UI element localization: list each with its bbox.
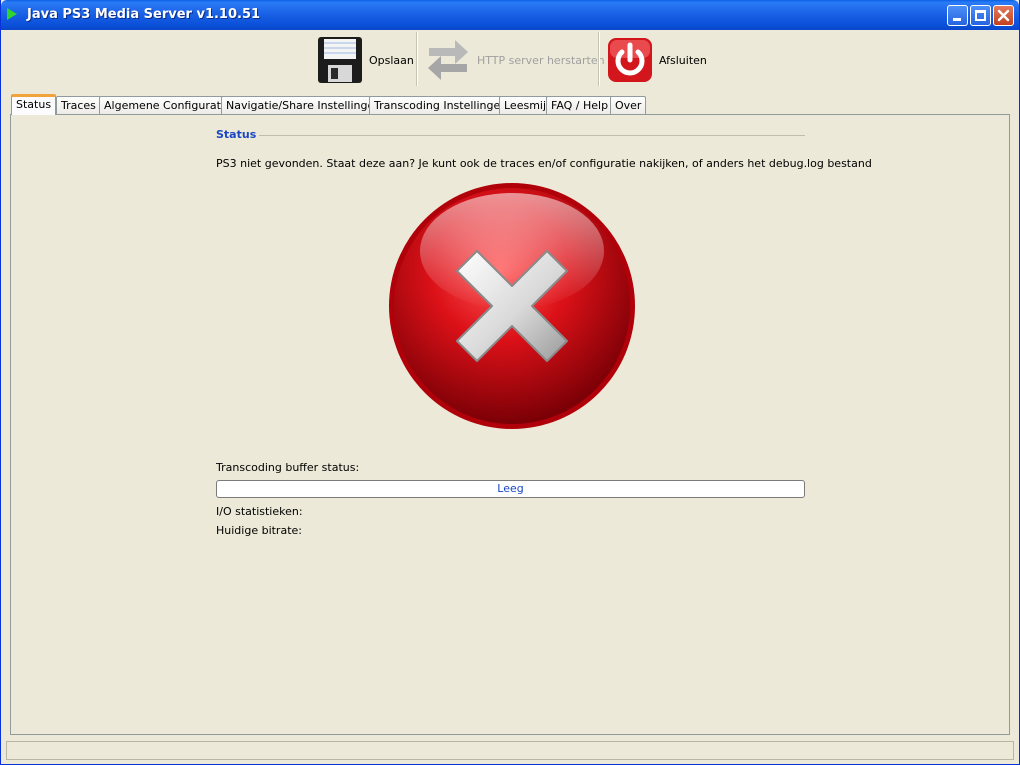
quit-label: Afsluiten: [659, 53, 707, 67]
buffer-status-text: Leeg: [497, 482, 524, 495]
title-bar[interactable]: Java PS3 Media Server v1.10.51: [1, 0, 1019, 30]
status-bar: [6, 741, 1014, 760]
save-label: Opslaan: [369, 53, 414, 67]
tab-faq-help[interactable]: FAQ / Help: [546, 96, 614, 114]
maximize-icon: [975, 10, 986, 21]
tab-about[interactable]: Over: [610, 96, 647, 114]
error-x-icon: [389, 183, 635, 429]
restart-label: HTTP server herstarten: [477, 53, 605, 67]
close-button[interactable]: [993, 5, 1014, 26]
refresh-arrows-icon: [428, 40, 468, 80]
tab-status[interactable]: Status: [11, 94, 57, 115]
io-statistics-label: I/O statistieken:: [216, 505, 303, 518]
floppy-disk-icon: [318, 37, 362, 83]
minimize-button[interactable]: [947, 5, 968, 26]
tab-navigation-share-settings[interactable]: Navigatie/Share Instellingen: [221, 96, 387, 114]
toolbar: Opslaan HTTP server herstarten Afsluiten: [1, 30, 1019, 90]
tab-readme[interactable]: Leesmij: [499, 96, 552, 114]
status-panel: Status PS3 niet gevonden. Staat deze aan…: [10, 114, 1010, 735]
tab-transcoding-settings[interactable]: Transcoding Instellingen: [369, 96, 513, 114]
quit-button[interactable]: Afsluiten: [607, 34, 707, 86]
minimize-icon: [953, 18, 961, 21]
section-title: Status: [216, 128, 257, 141]
play-icon: [7, 8, 17, 20]
restart-http-server-button[interactable]: HTTP server herstarten: [425, 34, 605, 86]
section-divider: [259, 135, 805, 136]
transcoding-buffer-progress-bar: Leeg: [216, 480, 805, 498]
app-window: Java PS3 Media Server v1.10.51 Opslaan H…: [0, 0, 1020, 765]
window-title: Java PS3 Media Server v1.10.51: [27, 7, 261, 22]
save-button[interactable]: Opslaan: [317, 34, 414, 86]
current-bitrate-label: Huidige bitrate:: [216, 524, 302, 537]
status-message: PS3 niet gevonden. Staat deze aan? Je ku…: [216, 157, 872, 170]
tab-traces[interactable]: Traces: [56, 96, 101, 114]
close-icon: [997, 9, 1010, 22]
maximize-button[interactable]: [970, 5, 991, 26]
buffer-status-label: Transcoding buffer status:: [216, 461, 360, 474]
power-icon: [608, 38, 652, 82]
toolbar-separator: [416, 32, 418, 86]
toolbar-separator: [598, 32, 600, 86]
tab-general-configuration[interactable]: Algemene Configuratie: [99, 96, 236, 114]
